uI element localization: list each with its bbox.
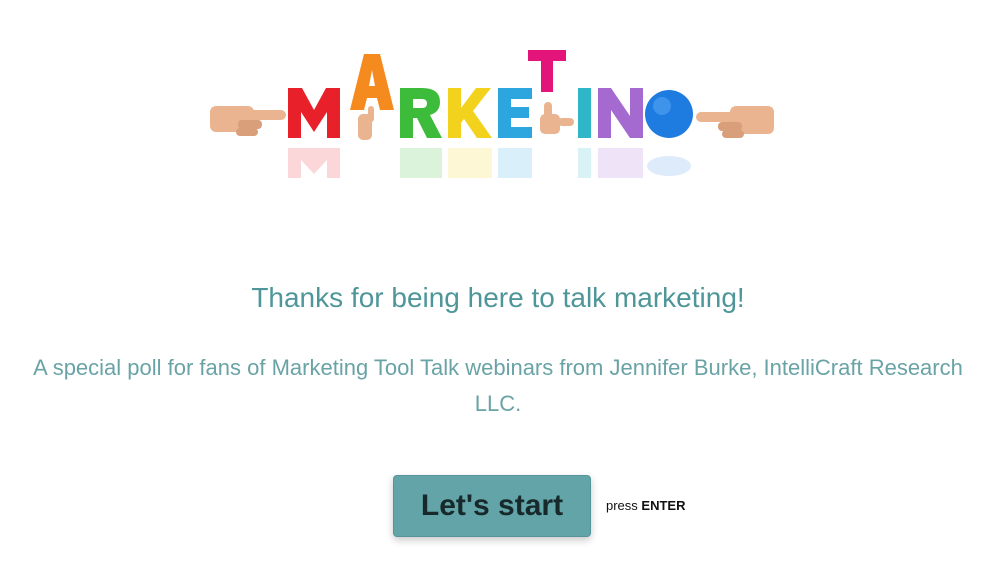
- logo-letter-r: [400, 88, 442, 178]
- marketing-logo-image: [210, 48, 774, 198]
- logo-letter-m: [288, 88, 340, 178]
- press-enter-hint-prefix: press: [606, 498, 638, 513]
- welcome-subtitle: A special poll for fans of Marketing Too…: [33, 355, 963, 416]
- enter-key-label: ENTER: [641, 498, 686, 513]
- hand-holding-letter-icon: [358, 106, 374, 140]
- welcome-title: Thanks for being here to talk marketing!: [251, 282, 745, 313]
- logo-letter-a: [350, 54, 394, 110]
- logo-letter-e: [498, 88, 532, 178]
- logo-globe-icon: [645, 90, 693, 176]
- right-hand-icon: [696, 106, 774, 138]
- marketing-logo-graphic: [210, 50, 774, 178]
- left-hand-icon: [210, 106, 286, 136]
- logo-letter-i: [578, 88, 591, 178]
- thumbs-up-hand-icon: [540, 102, 574, 134]
- logo-letter-t: [528, 50, 566, 92]
- logo-letter-k: [448, 88, 492, 178]
- logo-letter-n: [598, 88, 643, 178]
- lets-start-button[interactable]: Let's start: [393, 475, 591, 537]
- press-enter-hint: press ENTER: [606, 498, 685, 513]
